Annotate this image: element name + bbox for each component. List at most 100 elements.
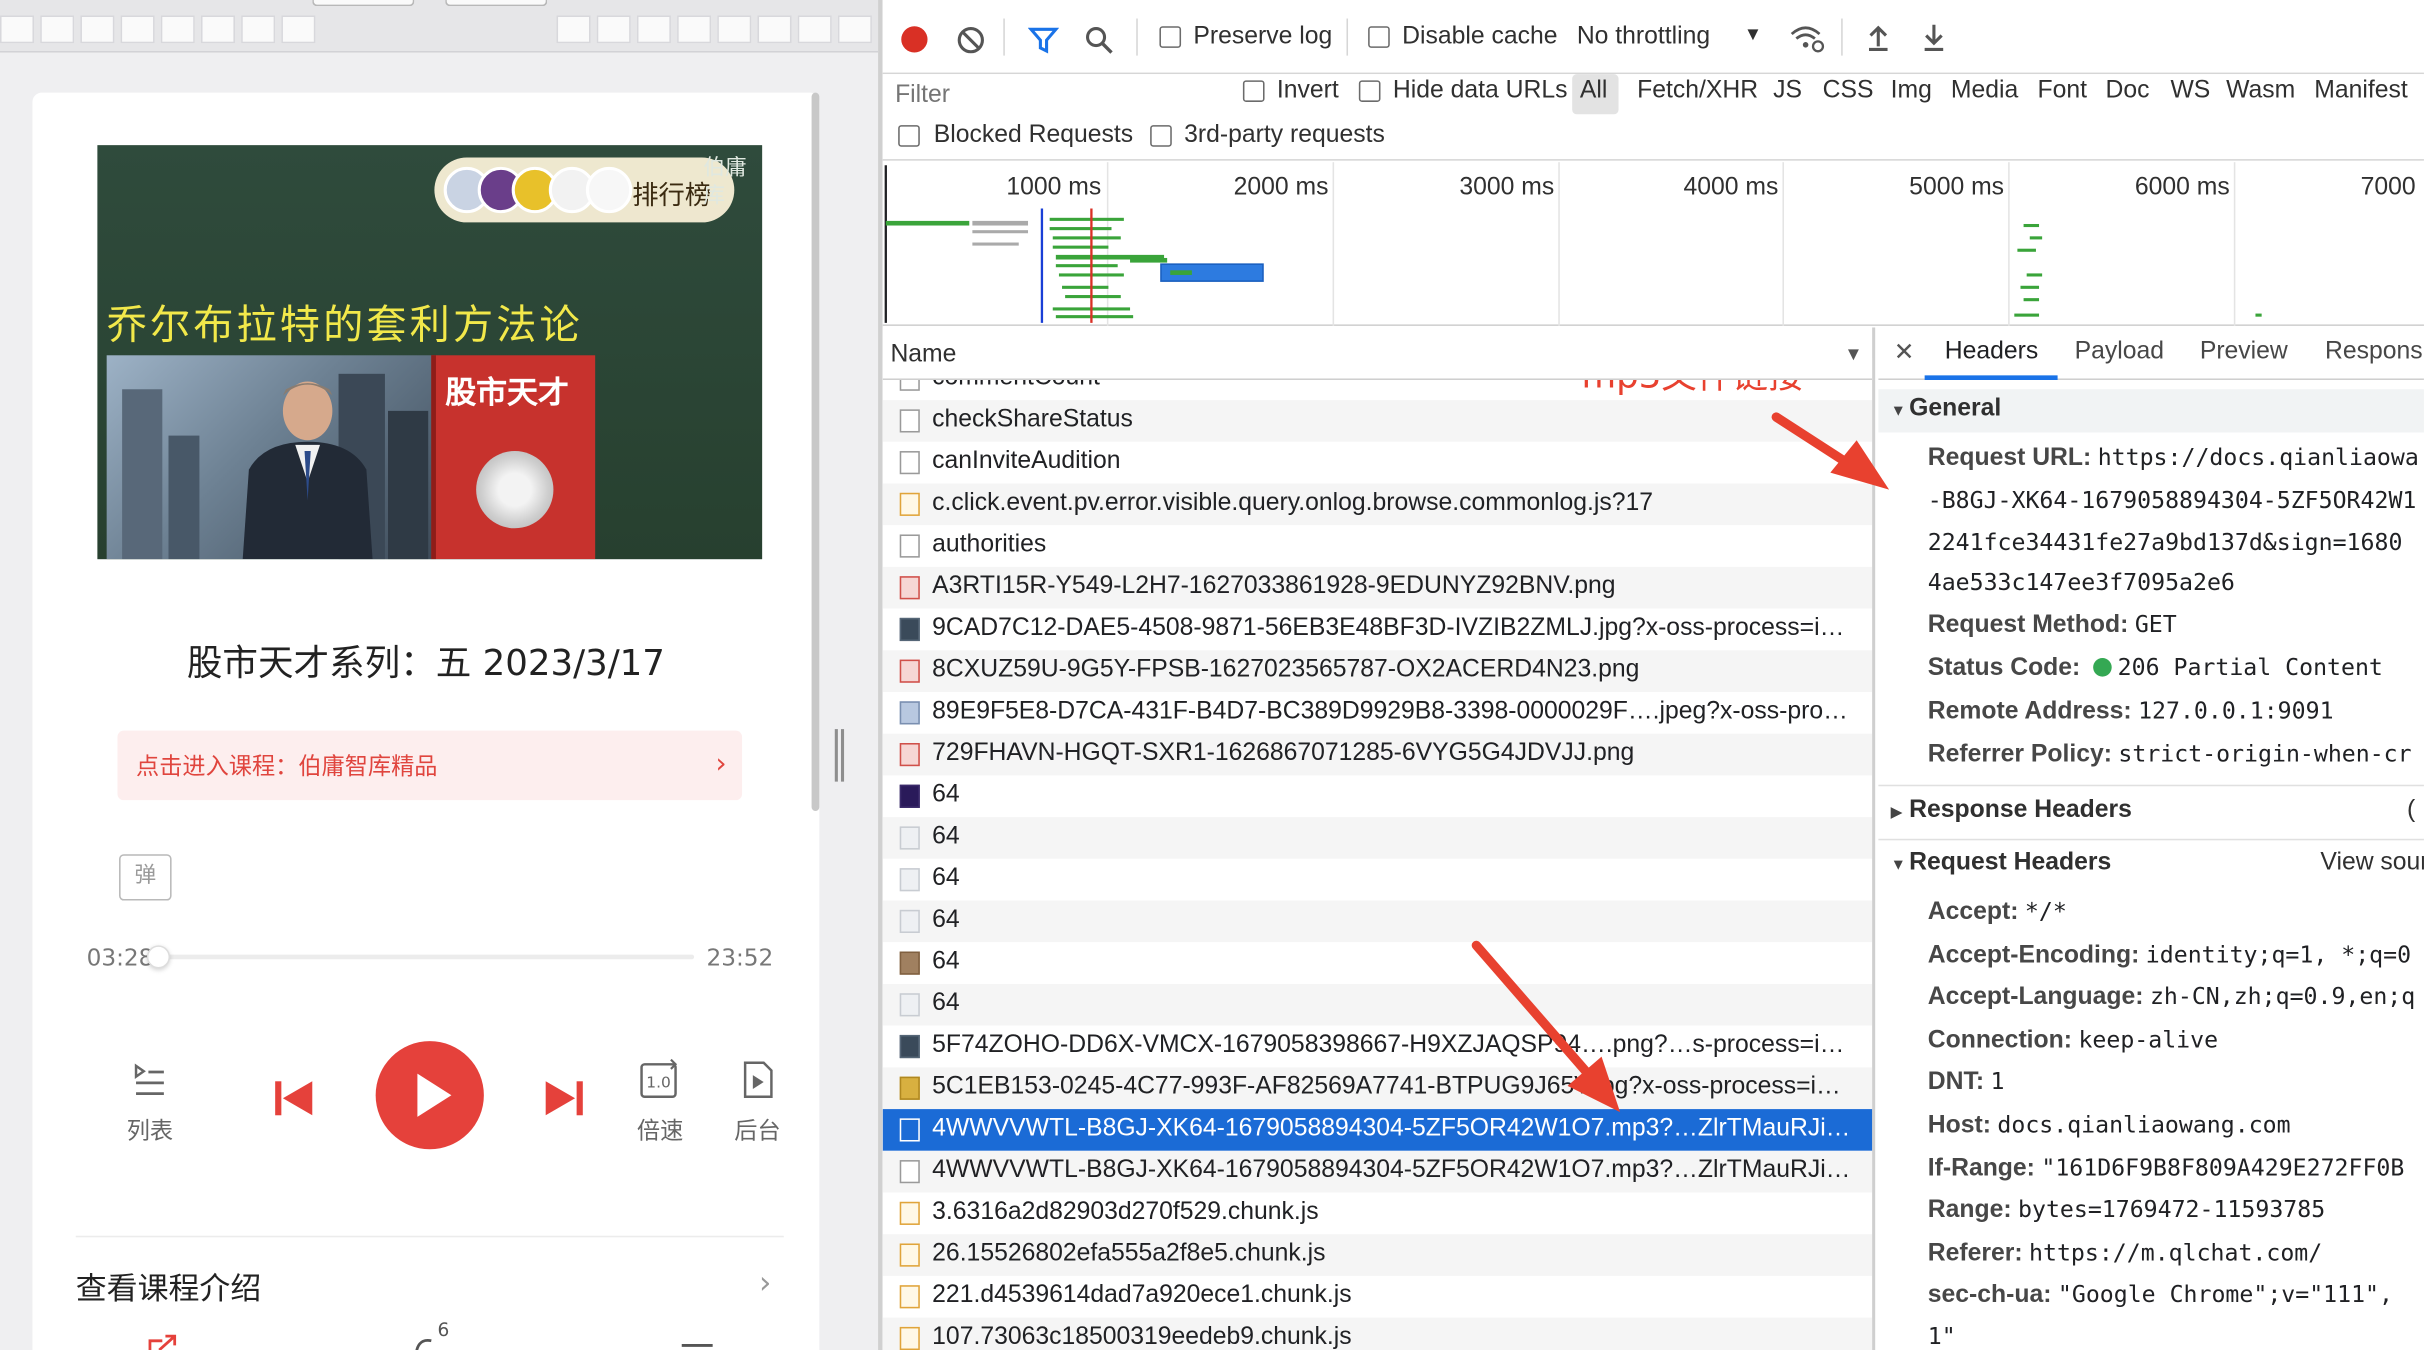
tab-response[interactable]: Respons — [2325, 338, 2423, 366]
preserve-log-checkbox[interactable] — [1159, 26, 1182, 48]
request-row[interactable]: 5F74ZOHO-DD6X-VMCX-1679058398667-H9XZJAQ… — [882, 1025, 1873, 1068]
previous-track-button[interactable] — [271, 1075, 317, 1121]
request-header-row: Range: bytes=1769472-11593785 — [1928, 1196, 2325, 1225]
record-button[interactable] — [901, 26, 928, 53]
play-icon — [417, 1073, 452, 1117]
response-headers-section-header[interactable]: ▶ Response Headers ( — [1878, 791, 2424, 834]
pane-resize-handle[interactable] — [834, 729, 845, 782]
device-select-tab[interactable] — [445, 0, 548, 7]
request-name: 5F74ZOHO-DD6X-VMCX-1679058398667-H9XZJAQ… — [932, 1031, 1860, 1059]
device-select-tab[interactable] — [312, 0, 415, 7]
chevron-down-icon[interactable]: ▼ — [1744, 23, 1762, 45]
request-row[interactable]: 64 — [882, 942, 1873, 984]
menu-icon[interactable] — [679, 1338, 716, 1350]
tab-payload[interactable]: Payload — [2075, 338, 2164, 366]
request-row[interactable]: 64 — [882, 858, 1873, 901]
request-headers-section-header[interactable]: ▼ Request Headers View sour — [1878, 843, 2424, 886]
third-party-checkbox[interactable] — [1150, 125, 1172, 147]
type-filter-media[interactable]: Media — [1951, 77, 2018, 105]
header-value: bytes=1769472-11593785 — [2018, 1195, 2326, 1224]
request-row[interactable]: authorities — [882, 525, 1873, 567]
request-row[interactable]: 26.15526802efa555a2f8e5.chunk.js — [882, 1234, 1873, 1276]
enter-course-link[interactable]: 点击进入课程：伯庸智库精品 › — [117, 730, 743, 801]
type-filter-js[interactable]: JS — [1773, 77, 1802, 105]
request-row[interactable]: 8CXUZ59U-9G5Y-FPSB-1627023565787-OX2ACER… — [882, 650, 1873, 693]
document-file-icon — [899, 534, 920, 558]
clear-icon[interactable] — [955, 25, 986, 56]
image-file-icon — [899, 1034, 920, 1059]
chevron-right-icon: › — [759, 1263, 772, 1301]
type-filter-ws[interactable]: WS — [2170, 77, 2210, 105]
request-row[interactable]: 5C1EB153-0245-4C77-993F-AF82569A7741-BTP… — [882, 1067, 1873, 1110]
request-row[interactable]: 9CAD7C12-DAE5-4508-9871-56EB3E48BF3D-IVZ… — [882, 608, 1873, 651]
type-filter-manifest[interactable]: Manifest — [2314, 77, 2407, 105]
network-overview-timeline[interactable]: 1000 ms 2000 ms 3000 ms 4000 ms 5000 ms … — [882, 162, 2424, 326]
avatar — [585, 166, 633, 214]
request-method-row: Request Method: GET — [1928, 610, 2177, 639]
type-filter-font[interactable]: Font — [2037, 77, 2086, 105]
request-row[interactable]: 107.73063c18500319eedeb9.chunk.js — [882, 1317, 1873, 1350]
next-track-button[interactable] — [541, 1075, 587, 1121]
play-button[interactable] — [375, 1041, 484, 1150]
general-section-header[interactable]: ▼ General — [1878, 389, 2424, 433]
tab-preview[interactable]: Preview — [2200, 338, 2288, 366]
course-intro-link[interactable]: 查看课程介绍 — [76, 1264, 262, 1309]
tab-headers[interactable]: Headers — [1945, 338, 2039, 366]
type-filter-wasm[interactable]: Wasm — [2226, 77, 2295, 105]
search-icon[interactable] — [1084, 25, 1115, 56]
request-row[interactable]: checkShareStatus — [882, 400, 1873, 442]
request-row[interactable]: 64 — [882, 817, 1873, 859]
image-file-icon — [899, 576, 920, 600]
bottom-action-bar: 6 — [32, 1319, 819, 1350]
speed-label: 倍速 — [636, 1116, 684, 1145]
request-row[interactable]: 4WWVVWTL-B8GJ-XK64-1679058894304-5ZF5OR4… — [882, 1109, 1873, 1151]
request-row[interactable]: 64 — [882, 983, 1873, 1026]
import-har-icon[interactable] — [1866, 22, 1891, 53]
toolbar-segment — [596, 15, 631, 44]
request-row[interactable]: 4WWVVWTL-B8GJ-XK64-1679058894304-5ZF5OR4… — [882, 1150, 1873, 1193]
type-filter-fetch-xhr[interactable]: Fetch/XHR — [1637, 77, 1758, 105]
progress-slider[interactable] — [146, 945, 695, 969]
book-cover: 股市天才 — [431, 355, 596, 560]
request-row[interactable]: A3RTI15R-Y549-L2H7-1627033861928-9EDUNYZ… — [882, 566, 1873, 609]
page-scrollbar[interactable] — [811, 92, 820, 811]
type-filter-doc[interactable]: Doc — [2106, 77, 2150, 105]
request-row[interactable]: 64 — [882, 775, 1873, 818]
request-row[interactable]: 3.6316a2d82903d270f529.chunk.js — [882, 1192, 1873, 1235]
playlist-button[interactable]: 列表 — [119, 1058, 181, 1146]
header-value: docs.qianliaowang.com — [1997, 1110, 2291, 1139]
request-row[interactable]: 64 — [882, 900, 1873, 943]
filter-icon[interactable] — [1028, 25, 1059, 56]
view-source-link[interactable]: View sour — [2320, 850, 2424, 878]
hide-data-urls-checkbox[interactable] — [1358, 80, 1381, 102]
playback-speed-button[interactable]: 1.0 倍速 — [629, 1058, 691, 1146]
danmaku-toggle[interactable]: 弹 — [119, 854, 172, 901]
request-row[interactable]: c.click.event.pv.error.visible.query.onl… — [882, 483, 1873, 526]
disable-cache-checkbox[interactable] — [1368, 26, 1390, 48]
ranking-button[interactable]: 排行榜 — [434, 157, 735, 223]
request-row[interactable]: 221.d4539614dad7a920ece1.chunk.js — [882, 1275, 1873, 1318]
network-conditions-icon[interactable] — [1789, 22, 1826, 56]
detail-tabs: ✕ Headers Payload Preview Respons — [1878, 327, 2424, 380]
request-url-value: https://docs.qianliaowa — [2097, 443, 2419, 472]
export-har-icon[interactable] — [1922, 22, 1947, 53]
background-play-button[interactable]: 后台 — [727, 1058, 789, 1146]
share-icon[interactable] — [144, 1332, 184, 1350]
invert-checkbox[interactable] — [1242, 80, 1265, 102]
blocked-requests-checkbox[interactable] — [898, 125, 920, 147]
request-row[interactable]: 89E9F5E8-D7CA-431F-B4D7-BC389D9929B8-339… — [882, 692, 1873, 734]
close-icon[interactable]: ✕ — [1894, 337, 1915, 368]
filter-bar: Invert Hide data URLs All Fetch/XHR JS C… — [882, 74, 2424, 118]
network-toolbar: Preserve log Disable cache No throttling… — [882, 0, 2424, 75]
throttling-select[interactable]: No throttling — [1577, 23, 1710, 51]
book-title: 股市天才 — [445, 373, 569, 411]
type-filter-css[interactable]: CSS — [1823, 77, 1874, 105]
request-row[interactable]: 729FHAVN-HGQT-SXR1-1626867071285-6VYG5G4… — [882, 733, 1873, 776]
type-filter-all[interactable]: All — [1580, 77, 1607, 105]
progress-handle[interactable] — [146, 945, 171, 969]
request-row[interactable]: canInviteAudition — [882, 441, 1873, 484]
request-url-continuation: 4ae533c147ee3f7095a2e6 — [1927, 568, 2235, 597]
type-filter-img[interactable]: Img — [1891, 77, 1932, 105]
name-column-header[interactable]: Name ▼ — [882, 327, 1873, 380]
filter-input[interactable] — [888, 77, 1214, 115]
